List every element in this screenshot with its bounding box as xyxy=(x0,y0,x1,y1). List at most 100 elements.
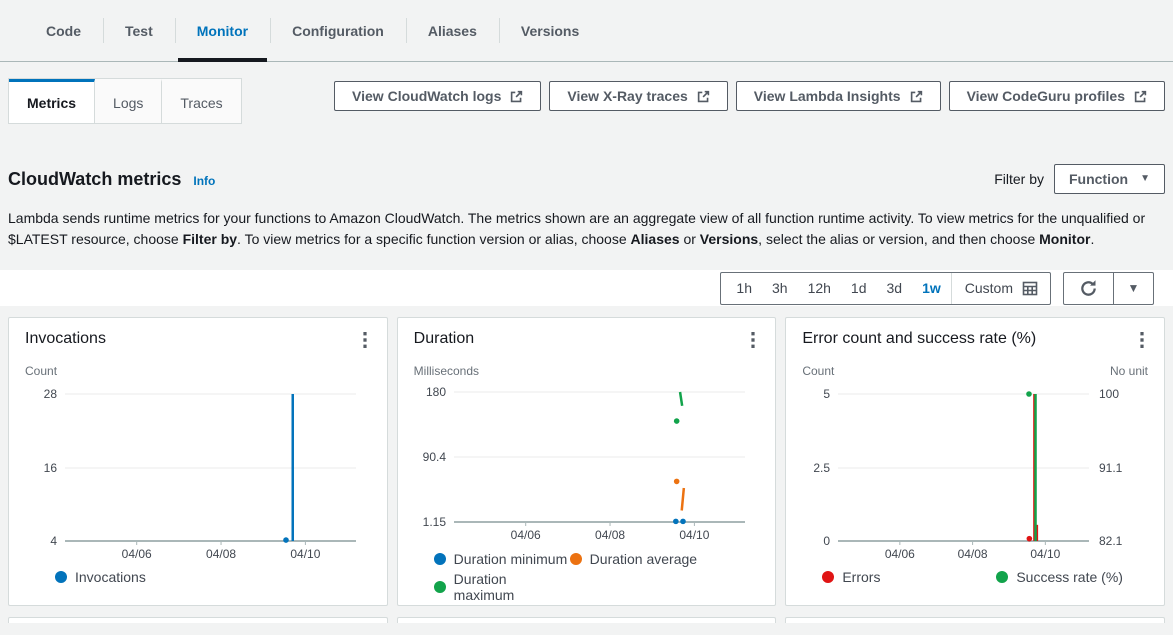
svg-text:1.15: 1.15 xyxy=(422,515,446,529)
svg-text:2.5: 2.5 xyxy=(814,461,831,475)
chart-plot: 28 16 4 04/06 04/08 04/10 xyxy=(25,381,370,563)
chart-card xyxy=(785,617,1165,623)
svg-text:04/10: 04/10 xyxy=(290,547,320,561)
chart-title: Duration xyxy=(414,330,474,348)
time-range-3d[interactable]: 3d xyxy=(877,273,913,304)
legend-color-swatch xyxy=(434,553,446,565)
tab-versions[interactable]: Versions xyxy=(499,0,601,61)
external-link-icon xyxy=(1134,90,1147,103)
next-charts-row-peek xyxy=(8,617,1165,623)
tab-configuration[interactable]: Configuration xyxy=(270,0,406,61)
chart-legend: Invocations xyxy=(25,569,371,585)
legend-item-duration-minimum[interactable]: Duration minimum xyxy=(434,551,570,567)
svg-text:91.1: 91.1 xyxy=(1099,461,1123,475)
metrics-charts-row: Invocations Count 28 16 4 04/06 04/08 04/10 Invo… xyxy=(8,317,1165,606)
time-toolbar: 1h3h12h1d3d1w Custom ▼ xyxy=(0,270,1173,306)
external-link-icon xyxy=(510,90,523,103)
legend-label: Errors xyxy=(842,569,880,585)
y-axis-left-unit: Count xyxy=(25,364,57,378)
svg-text:5: 5 xyxy=(824,387,831,401)
refresh-icon xyxy=(1079,279,1098,298)
view-cloudwatch-logs-button[interactable]: View CloudWatch logs xyxy=(334,81,541,111)
legend-color-swatch xyxy=(55,571,67,583)
kebab-menu-button[interactable] xyxy=(359,330,371,353)
time-range-12h[interactable]: 12h xyxy=(798,273,841,304)
svg-text:100: 100 xyxy=(1099,387,1119,401)
svg-text:04/08: 04/08 xyxy=(958,547,988,561)
svg-text:180: 180 xyxy=(426,385,446,399)
chart-legend: Errors Success rate (%) xyxy=(802,569,1148,585)
legend-item-duration-maximum[interactable]: Duration maximum xyxy=(434,571,570,603)
y-axis-left-unit: Count xyxy=(802,364,834,378)
subtab-logs[interactable]: Logs xyxy=(95,79,162,123)
page-title: CloudWatch metrics xyxy=(8,169,181,190)
time-range-control: 1h3h12h1d3d1w Custom xyxy=(720,272,1051,305)
svg-text:04/10: 04/10 xyxy=(1031,547,1061,561)
monitor-subtabs: MetricsLogsTraces xyxy=(8,78,242,124)
view-x-ray-traces-button[interactable]: View X-Ray traces xyxy=(549,81,727,111)
svg-text:04/06: 04/06 xyxy=(885,547,915,561)
tab-monitor[interactable]: Monitor xyxy=(175,0,270,61)
legend-item-duration-average[interactable]: Duration average xyxy=(570,551,760,567)
custom-range-button[interactable]: Custom xyxy=(951,273,1050,304)
chart-card-header: Error count and success rate (%) xyxy=(802,330,1148,353)
svg-text:4: 4 xyxy=(50,534,57,548)
view-lambda-insights-button[interactable]: View Lambda Insights xyxy=(736,81,941,111)
button-label: View X-Ray traces xyxy=(567,88,687,104)
chart-title: Invocations xyxy=(25,330,106,348)
button-label: View CodeGuru profiles xyxy=(967,88,1125,104)
info-link[interactable]: Info xyxy=(193,174,215,188)
time-range-1d[interactable]: 1d xyxy=(841,273,877,304)
legend-color-swatch xyxy=(570,553,582,565)
axis-unit-labels: Count xyxy=(25,364,371,378)
view-codeguru-profiles-button[interactable]: View CodeGuru profiles xyxy=(949,81,1165,111)
refresh-button[interactable] xyxy=(1064,273,1113,304)
chart-card-invocations: Invocations Count 28 16 4 04/06 04/08 04/10 Invo… xyxy=(8,317,388,606)
y-axis-right-unit: No unit xyxy=(1110,364,1148,378)
chart-card-error-count-and-success-rate: Error count and success rate (%) Count No … xyxy=(785,317,1165,606)
y-axis-left-unit: Milliseconds xyxy=(414,364,479,378)
svg-text:04/08: 04/08 xyxy=(206,547,236,561)
axis-unit-labels: Count No unit xyxy=(802,364,1148,378)
tab-test[interactable]: Test xyxy=(103,0,175,61)
subtab-traces[interactable]: Traces xyxy=(162,79,240,123)
svg-text:0: 0 xyxy=(824,534,831,548)
chart-legend: Duration minimumDuration averageDuration… xyxy=(414,551,760,603)
svg-text:16: 16 xyxy=(44,461,58,475)
tab-code[interactable]: Code xyxy=(24,0,103,61)
filter-by-dropdown[interactable]: Function ▼ xyxy=(1054,164,1165,194)
legend-color-swatch xyxy=(996,571,1008,583)
time-range-3h[interactable]: 3h xyxy=(762,273,798,304)
legend-item-errors[interactable]: Errors xyxy=(822,569,996,585)
description-text: Lambda sends runtime metrics for your fu… xyxy=(8,208,1158,250)
chart-title: Error count and success rate (%) xyxy=(802,330,1036,348)
kebab-menu-button[interactable] xyxy=(1136,330,1148,353)
legend-label: Duration minimum xyxy=(454,551,568,567)
subtab-metrics[interactable]: Metrics xyxy=(9,79,95,123)
chart-card-header: Duration xyxy=(414,330,760,353)
tab-aliases[interactable]: Aliases xyxy=(406,0,499,61)
button-label: View Lambda Insights xyxy=(754,88,901,104)
chart-card xyxy=(8,617,388,623)
caret-down-icon: ▼ xyxy=(1140,174,1150,184)
svg-text:04/06: 04/06 xyxy=(510,528,540,542)
svg-text:04/10: 04/10 xyxy=(679,528,709,542)
legend-item-success-rate[interactable]: Success rate (%) xyxy=(996,569,1148,585)
kebab-menu-icon xyxy=(1140,332,1144,348)
svg-text:28: 28 xyxy=(44,387,58,401)
time-range-1h[interactable]: 1h xyxy=(721,273,762,304)
chart-plot: 52.5010091.182.104/0604/0804/10 xyxy=(802,381,1147,563)
chart-plot: 18090.41.1504/0604/0804/10 xyxy=(414,381,759,545)
action-buttons: View CloudWatch logs View X-Ray traces Vie… xyxy=(334,78,1165,111)
legend-item-invocations[interactable]: Invocations xyxy=(55,569,371,585)
legend-label: Invocations xyxy=(75,569,146,585)
svg-text:04/06: 04/06 xyxy=(122,547,152,561)
filter-by-value: Function xyxy=(1069,171,1128,187)
time-range-1w[interactable]: 1w xyxy=(912,273,951,304)
kebab-menu-button[interactable] xyxy=(747,330,759,353)
chart-card-header: Invocations xyxy=(25,330,371,353)
refresh-options-button[interactable]: ▼ xyxy=(1113,273,1153,304)
chart-card xyxy=(397,617,777,623)
legend-color-swatch xyxy=(434,581,446,593)
button-label: View CloudWatch logs xyxy=(352,88,501,104)
